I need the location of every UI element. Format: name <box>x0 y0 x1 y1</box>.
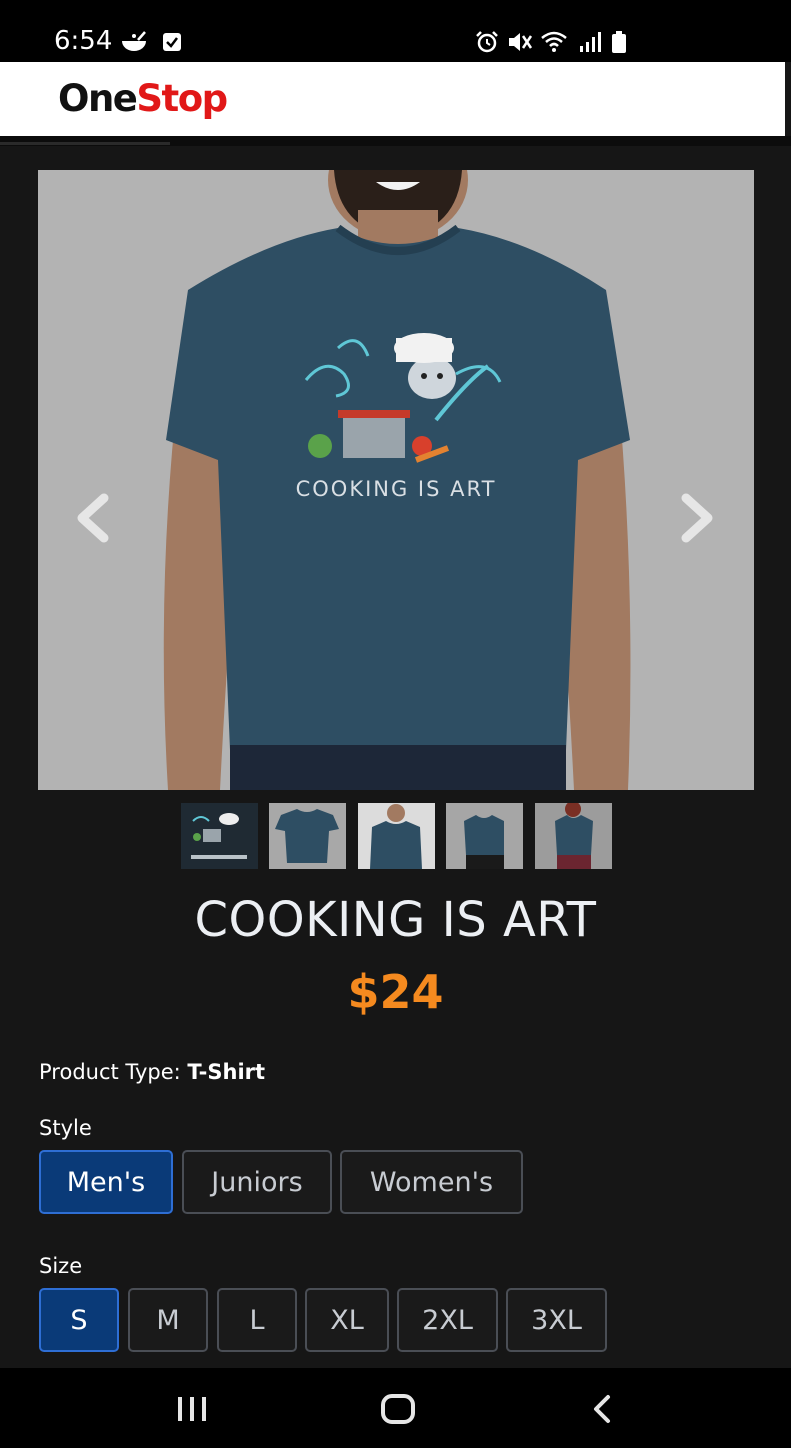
recent-apps-icon[interactable] <box>172 1392 212 1426</box>
product-type: Product Type: T-Shirt <box>39 1060 265 1084</box>
thumbnail-flat-shirt <box>275 809 339 863</box>
size-option-xl[interactable]: XL <box>305 1288 389 1352</box>
style-option-mens[interactable]: Men's <box>39 1150 173 1214</box>
food-bowl-icon <box>122 31 146 51</box>
wifi-icon <box>541 31 567 52</box>
product-type-label: Product Type: <box>39 1060 181 1084</box>
size-option-2xl[interactable]: 2XL <box>397 1288 498 1352</box>
thumbnail-female-model <box>464 815 504 869</box>
header-tab-indicator <box>0 142 170 145</box>
size-option-s[interactable]: S <box>39 1288 119 1352</box>
battery-icon <box>612 31 626 53</box>
back-icon[interactable] <box>586 1392 620 1426</box>
status-bar: 6:54 <box>0 0 791 62</box>
chevron-left-icon[interactable] <box>62 478 122 558</box>
thumbnail-4[interactable] <box>446 803 523 869</box>
shirt-print-text: COOKING IS ART <box>296 477 497 501</box>
thumbnail-1[interactable] <box>181 803 258 869</box>
thumbnail-2[interactable] <box>269 803 346 869</box>
product-type-value: T-Shirt <box>187 1060 266 1084</box>
check-box-icon <box>163 33 181 51</box>
style-label: Style <box>39 1116 92 1140</box>
product-price: $24 <box>347 965 444 1019</box>
logo-part-stop: Stop <box>136 77 228 120</box>
thumbnail-male-model <box>370 804 422 869</box>
thumbnail-3[interactable] <box>358 803 435 869</box>
mute-icon <box>509 33 533 51</box>
home-icon[interactable] <box>378 1392 418 1426</box>
size-option-3xl[interactable]: 3XL <box>506 1288 607 1352</box>
alarm-icon <box>476 31 498 53</box>
logo-part-one: One <box>58 77 138 120</box>
style-option-womens[interactable]: Women's <box>340 1150 523 1214</box>
style-option-juniors[interactable]: Juniors <box>182 1150 332 1214</box>
size-option-m[interactable]: M <box>128 1288 208 1352</box>
thumbnail-junior-model <box>555 803 593 869</box>
chevron-right-icon[interactable] <box>668 478 728 558</box>
status-time: 6:54 <box>54 26 113 56</box>
product-main-image[interactable]: COOKING IS ART <box>38 170 754 790</box>
size-label: Size <box>39 1254 83 1278</box>
size-option-l[interactable]: L <box>217 1288 297 1352</box>
system-nav-bar <box>0 1368 791 1448</box>
product-title: COOKING IS ART <box>194 892 597 948</box>
onestop-logo[interactable]: OneStop <box>58 77 228 120</box>
thumbnail-5[interactable] <box>535 803 612 869</box>
signal-icon <box>580 32 601 52</box>
model-tshirt-image: COOKING IS ART <box>163 170 631 790</box>
thumbnail-design-art <box>191 813 247 859</box>
